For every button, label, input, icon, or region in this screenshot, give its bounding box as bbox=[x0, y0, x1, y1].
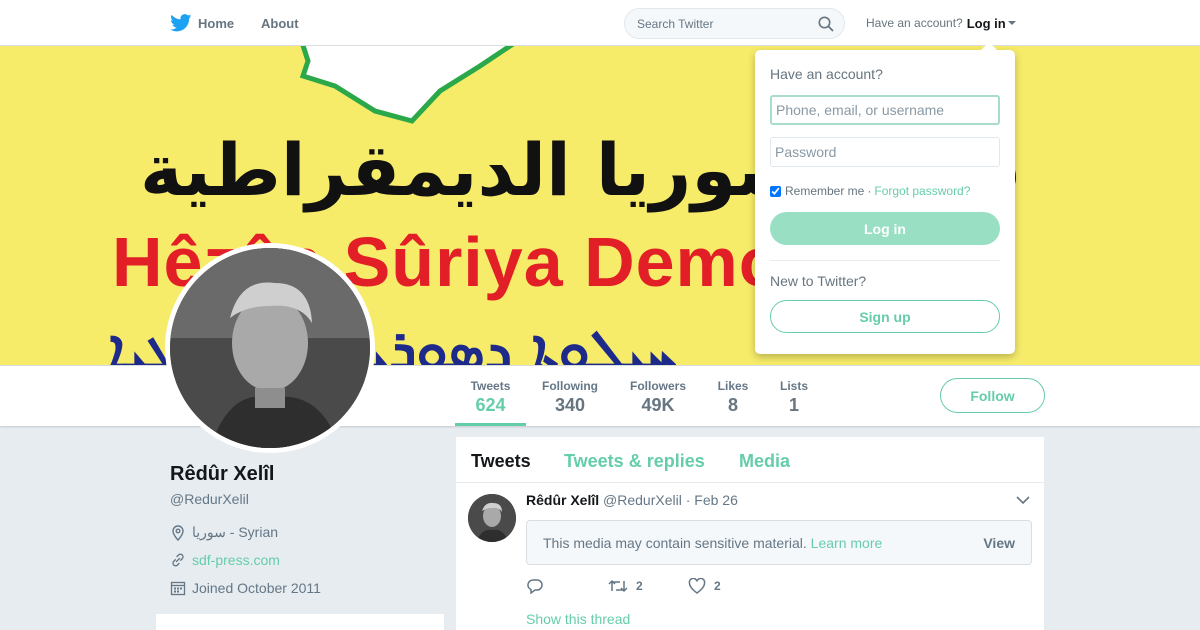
forgot-password-link[interactable]: Forgot password? bbox=[874, 184, 970, 198]
login-title: Have an account? bbox=[770, 66, 883, 82]
tab-tweets[interactable]: Tweets bbox=[471, 451, 531, 472]
profile-website: sdf-press.com bbox=[170, 552, 280, 568]
retweet-count: 2 bbox=[636, 579, 643, 593]
nav-about-link[interactable]: About bbox=[261, 0, 299, 46]
tweet-avatar[interactable] bbox=[468, 494, 516, 542]
avatar-photo bbox=[170, 248, 370, 448]
link-icon bbox=[170, 552, 186, 568]
twitter-bird-icon bbox=[170, 14, 192, 32]
login-link-label: Log in bbox=[966, 15, 1006, 31]
left-sidebar-card bbox=[156, 614, 444, 630]
tab-tweets-replies[interactable]: Tweets & replies bbox=[564, 451, 705, 472]
stat-lists[interactable]: Lists 1 bbox=[775, 366, 813, 426]
retweet-button[interactable]: 2 bbox=[608, 578, 643, 594]
caret-down-icon bbox=[1007, 21, 1016, 25]
profile-location: سوريا - Syrian bbox=[170, 524, 278, 541]
heart-icon bbox=[688, 578, 706, 594]
dropdown-arrow bbox=[981, 42, 997, 50]
remember-row: Remember me · Forgot password? bbox=[770, 184, 970, 198]
nav-home-label: Home bbox=[198, 15, 235, 31]
stat-tweets[interactable]: Tweets 624 bbox=[455, 366, 526, 426]
username-field[interactable] bbox=[770, 95, 1000, 125]
like-count: 2 bbox=[714, 579, 721, 593]
dropdown-divider bbox=[770, 260, 1000, 261]
location-pin-icon bbox=[170, 524, 186, 541]
stat-value: 8 bbox=[727, 395, 738, 415]
tweet-avatar-photo bbox=[468, 494, 516, 542]
login-dropdown-toggle[interactable]: Log in bbox=[967, 16, 1016, 31]
search-input[interactable]: Search Twitter bbox=[624, 8, 845, 39]
stat-following[interactable]: Following 340 bbox=[537, 366, 603, 426]
nav-home-link[interactable]: Home bbox=[170, 0, 234, 46]
login-dropdown: Have an account? Remember me · Forgot pa… bbox=[755, 42, 1015, 354]
stat-value: 1 bbox=[788, 395, 799, 415]
separator-dot: · bbox=[867, 184, 872, 198]
search-placeholder: Search Twitter bbox=[637, 17, 714, 31]
stat-value: 624 bbox=[475, 395, 506, 415]
remember-me-label[interactable]: Remember me bbox=[785, 184, 864, 198]
password-field[interactable] bbox=[770, 137, 1000, 167]
chevron-down-icon[interactable] bbox=[1016, 495, 1030, 505]
stat-value: 49K bbox=[641, 395, 675, 415]
new-to-twitter-text: New to Twitter? bbox=[770, 273, 867, 289]
have-account-text: Have an account? bbox=[866, 16, 963, 30]
reply-button[interactable] bbox=[526, 578, 552, 594]
search-icon[interactable] bbox=[818, 16, 834, 32]
like-button[interactable]: 2 bbox=[688, 578, 721, 594]
learn-more-link[interactable]: Learn more bbox=[811, 535, 883, 551]
stat-likes[interactable]: Likes 8 bbox=[712, 366, 754, 426]
account-menu: Have an account? Log in bbox=[866, 0, 1016, 46]
retweet-icon bbox=[608, 579, 628, 593]
sensitive-message: This media may contain sensitive materia… bbox=[543, 535, 882, 551]
signup-button[interactable]: Sign up bbox=[770, 300, 1000, 333]
sensitive-media-notice: This media may contain sensitive materia… bbox=[526, 520, 1032, 565]
view-media-button[interactable]: View bbox=[983, 535, 1015, 551]
tweet-author-handle[interactable]: @RedurXelil bbox=[603, 492, 682, 508]
tab-media[interactable]: Media bbox=[739, 451, 790, 472]
stat-label: Followers bbox=[629, 379, 686, 393]
stat-value: 340 bbox=[554, 395, 586, 415]
tweet-header: Rêdûr Xelîl @RedurXelil · Feb 26 bbox=[526, 492, 738, 508]
profile-avatar[interactable] bbox=[165, 243, 375, 453]
stat-label: Lists bbox=[779, 379, 808, 393]
tweet-author-name[interactable]: Rêdûr Xelîl bbox=[526, 492, 599, 508]
stat-label: Tweets bbox=[470, 379, 511, 393]
login-button[interactable]: Log in bbox=[770, 212, 1000, 245]
stat-followers[interactable]: Followers 49K bbox=[624, 366, 692, 426]
follow-button[interactable]: Follow bbox=[940, 378, 1045, 413]
timeline-tabs: Tweets Tweets & replies Media bbox=[456, 437, 1044, 483]
stat-label: Following bbox=[542, 379, 598, 393]
sensitive-text: This media may contain sensitive materia… bbox=[543, 535, 807, 551]
show-thread-link[interactable]: Show this thread bbox=[526, 611, 630, 627]
remember-me-checkbox[interactable] bbox=[770, 185, 781, 197]
tweet-actions: 2 2 bbox=[526, 578, 826, 598]
top-nav: Home About Search Twitter Have an accoun… bbox=[0, 0, 1200, 46]
joined-text: Joined October 2011 bbox=[192, 580, 321, 596]
location-text: سوريا - Syrian bbox=[192, 524, 279, 540]
stat-label: Likes bbox=[717, 379, 749, 393]
website-link[interactable]: sdf-press.com bbox=[192, 552, 280, 568]
syria-map-shape bbox=[300, 46, 515, 124]
calendar-icon bbox=[170, 580, 186, 596]
profile-joined: Joined October 2011 bbox=[170, 580, 321, 596]
tweet-date[interactable]: · Feb 26 bbox=[686, 492, 738, 508]
timeline: Tweets Tweets & replies Media Rêdûr Xelî… bbox=[456, 437, 1044, 630]
profile-handle[interactable]: @RedurXelil bbox=[170, 491, 249, 507]
reply-icon bbox=[527, 579, 543, 594]
profile-name[interactable]: Rêdûr Xelîl bbox=[170, 463, 274, 486]
